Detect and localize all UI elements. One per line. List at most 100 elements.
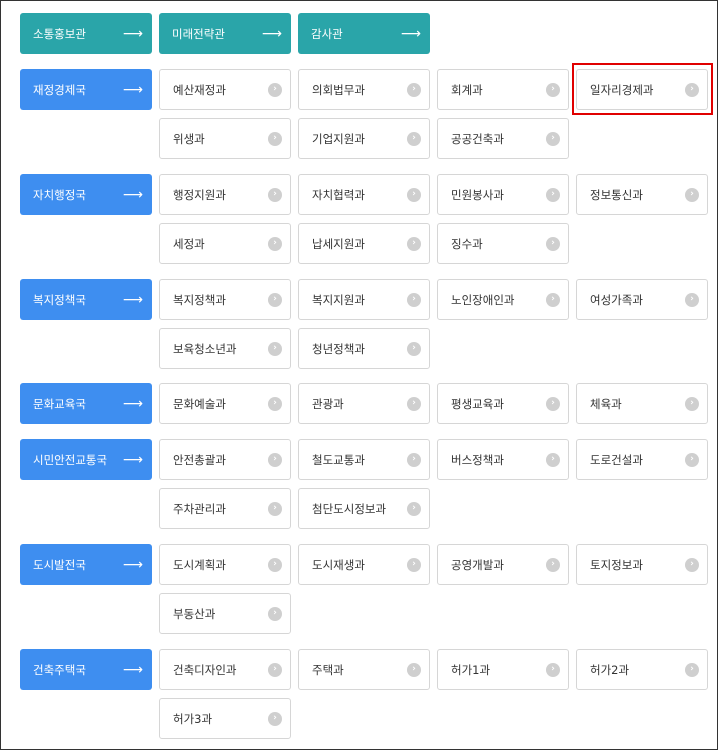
department-label: 토지정보과 [590, 557, 643, 572]
department-button[interactable]: 도시재생과 › [298, 544, 430, 585]
department-button[interactable]: 부동산과 › [159, 593, 291, 634]
department-button[interactable]: 징수과 › [437, 223, 569, 264]
department-button[interactable]: 행정지원과 › [159, 174, 291, 215]
bureau-button[interactable]: 건축주택국 ⟶ [20, 649, 152, 690]
department-label: 예산재정과 [173, 82, 226, 97]
department-button[interactable]: 도로건설과 › [576, 439, 708, 480]
department-button[interactable]: 문화예술과 › [159, 383, 291, 424]
arrow-right-icon: ⟶ [122, 291, 143, 308]
department-button[interactable]: 복지지원과 › [298, 279, 430, 320]
department-button[interactable]: 건축디자인과 › [159, 649, 291, 690]
department-label: 청년정책과 [312, 341, 365, 356]
department-label: 여성가족과 [590, 292, 643, 307]
chevron-right-icon: › [268, 452, 282, 467]
department-button[interactable]: 공영개발과 › [437, 544, 569, 585]
arrow-right-icon: ⟶ [122, 395, 143, 412]
department-button[interactable]: 납세지원과 › [298, 223, 430, 264]
department-label: 도로건설과 [590, 452, 643, 467]
chevron-right-icon: › [268, 711, 282, 726]
department-label: 주차관리과 [173, 501, 226, 516]
department-button[interactable]: 허가2과 › [576, 649, 708, 690]
department-button[interactable]: 첨단도시정보과 › [298, 488, 430, 529]
arrow-right-icon: ⟶ [122, 81, 143, 98]
chevron-right-icon: › [685, 557, 699, 572]
department-label: 첨단도시정보과 [312, 501, 387, 516]
chevron-right-icon: › [407, 501, 421, 516]
arrow-right-icon: ⟶ [122, 661, 143, 678]
chevron-right-icon: › [546, 236, 560, 251]
chevron-right-icon: › [546, 187, 560, 202]
department-label: 관광과 [312, 396, 344, 411]
department-button[interactable]: 보육청소년과 › [159, 328, 291, 369]
department-button[interactable]: 정보통신과 › [576, 174, 708, 215]
department-button[interactable]: 노인장애인과 › [437, 279, 569, 320]
department-button[interactable]: 철도교통과 › [298, 439, 430, 480]
department-label: 부동산과 [173, 606, 216, 621]
department-label: 도시계획과 [173, 557, 226, 572]
chevron-right-icon: › [268, 341, 282, 356]
department-button[interactable]: 허가3과 › [159, 698, 291, 739]
department-button[interactable]: 복지정책과 › [159, 279, 291, 320]
chevron-right-icon: › [685, 187, 699, 202]
nav-button-future-strategy[interactable]: 미래전략관 ⟶ [159, 13, 291, 54]
department-button[interactable]: 주택과 › [298, 649, 430, 690]
chevron-right-icon: › [268, 501, 282, 516]
chevron-right-icon: › [546, 292, 560, 307]
chevron-right-icon: › [685, 452, 699, 467]
chevron-right-icon: › [268, 557, 282, 572]
chevron-right-icon: › [268, 236, 282, 251]
nav-button-audit[interactable]: 감사관 ⟶ [298, 13, 430, 54]
chevron-right-icon: › [268, 187, 282, 202]
bureau-button[interactable]: 문화교육국 ⟶ [20, 383, 152, 424]
bureau-button[interactable]: 복지정책국 ⟶ [20, 279, 152, 320]
nav-button-label: 소통홍보관 [33, 26, 86, 41]
department-button[interactable]: 여성가족과 › [576, 279, 708, 320]
bureau-button[interactable]: 도시발전국 ⟶ [20, 544, 152, 585]
nav-button-communication[interactable]: 소통홍보관 ⟶ [20, 13, 152, 54]
department-button[interactable]: 평생교육과 › [437, 383, 569, 424]
department-label: 공공건축과 [451, 131, 504, 146]
department-button[interactable]: 청년정책과 › [298, 328, 430, 369]
chevron-right-icon: › [407, 292, 421, 307]
department-button[interactable]: 자치협력과 › [298, 174, 430, 215]
department-button[interactable]: 허가1과 › [437, 649, 569, 690]
department-button[interactable]: 의회법무과 › [298, 69, 430, 110]
chevron-right-icon: › [407, 557, 421, 572]
chevron-right-icon: › [407, 131, 421, 146]
chevron-right-icon: › [268, 396, 282, 411]
department-button[interactable]: 주차관리과 › [159, 488, 291, 529]
department-button[interactable]: 회계과 › [437, 69, 569, 110]
department-label: 허가1과 [451, 662, 491, 677]
department-button[interactable]: 민원봉사과 › [437, 174, 569, 215]
chevron-right-icon: › [685, 396, 699, 411]
department-label: 납세지원과 [312, 236, 365, 251]
department-label: 평생교육과 [451, 396, 504, 411]
department-button[interactable]: 도시계획과 › [159, 544, 291, 585]
arrow-right-icon: ⟶ [122, 186, 143, 203]
highlight-box [572, 63, 713, 115]
bureau-button[interactable]: 시민안전교통국 ⟶ [20, 439, 152, 480]
bureau-button[interactable]: 자치행정국 ⟶ [20, 174, 152, 215]
bureau-label: 복지정책국 [33, 292, 86, 307]
department-button[interactable]: 예산재정과 › [159, 69, 291, 110]
nav-button-label: 미래전략관 [172, 26, 225, 41]
chevron-right-icon: › [407, 452, 421, 467]
department-button[interactable]: 공공건축과 › [437, 118, 569, 159]
department-label: 체육과 [590, 396, 622, 411]
department-button[interactable]: 버스정책과 › [437, 439, 569, 480]
arrow-right-icon: ⟶ [122, 451, 143, 468]
department-button[interactable]: 세정과 › [159, 223, 291, 264]
department-button[interactable]: 위생과 › [159, 118, 291, 159]
department-label: 건축디자인과 [173, 662, 237, 677]
department-button[interactable]: 체육과 › [576, 383, 708, 424]
chevron-right-icon: › [268, 606, 282, 621]
department-button[interactable]: 관광과 › [298, 383, 430, 424]
department-button[interactable]: 안전총괄과 › [159, 439, 291, 480]
bureau-button[interactable]: 재정경제국 ⟶ [20, 69, 152, 110]
department-button[interactable]: 기업지원과 › [298, 118, 430, 159]
arrow-right-icon: ⟶ [400, 25, 421, 42]
chevron-right-icon: › [268, 292, 282, 307]
chevron-right-icon: › [407, 341, 421, 356]
chevron-right-icon: › [546, 452, 560, 467]
department-button[interactable]: 토지정보과 › [576, 544, 708, 585]
